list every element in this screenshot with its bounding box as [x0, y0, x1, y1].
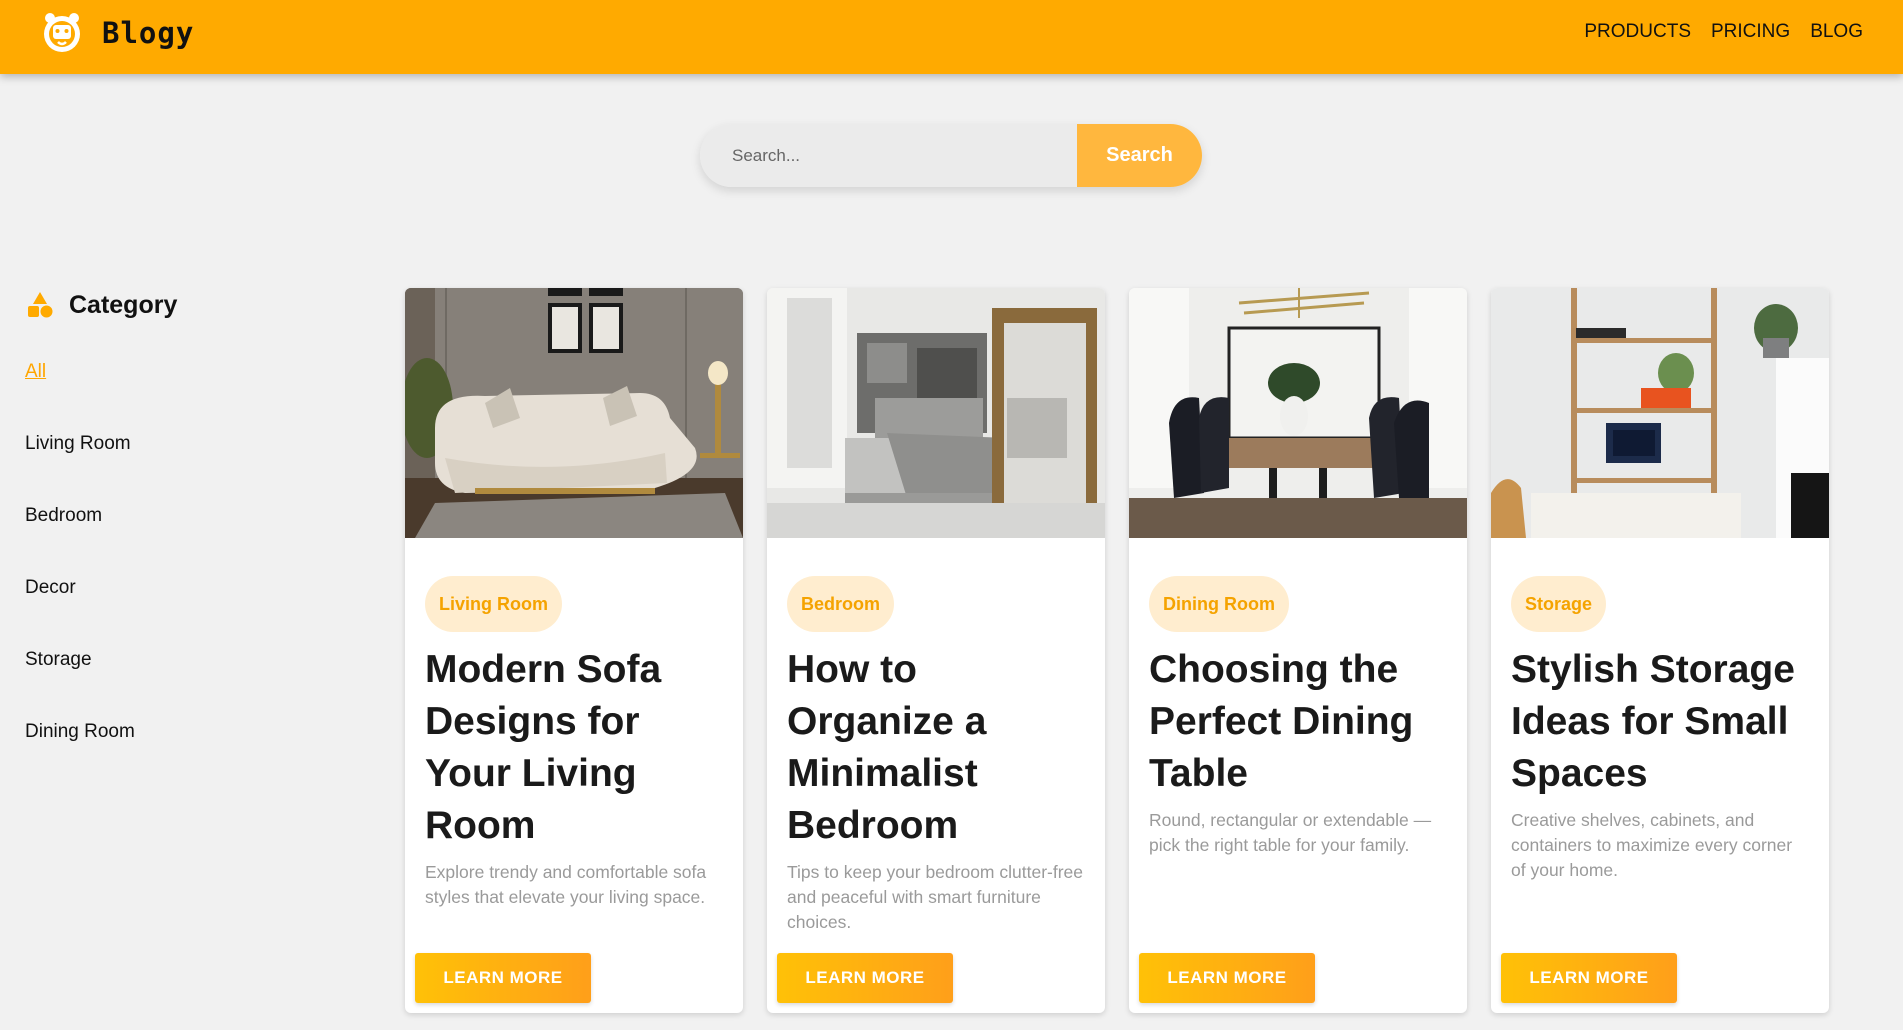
- article-title: Stylish Storage Ideas for Small Spaces: [1511, 648, 1795, 795]
- article-title: Modern Sofa Designs for Your Living Room: [425, 648, 662, 847]
- category-link-decor[interactable]: Decor: [25, 577, 76, 598]
- category-tag: Storage: [1511, 576, 1607, 632]
- category-title: Category: [69, 290, 178, 319]
- category-tag: Bedroom: [787, 576, 895, 632]
- learn-more-button[interactable]: LEARN MORE: [1501, 953, 1677, 1003]
- nav-products[interactable]: PRODUCTS: [1584, 20, 1691, 44]
- category-link-storage[interactable]: Storage: [25, 649, 92, 670]
- article-card: Dining Room Choosing the Perfect Dining …: [1129, 288, 1467, 1013]
- category-link-bedroom[interactable]: Bedroom: [25, 505, 102, 526]
- dining-room-photo: [1129, 288, 1467, 538]
- category-list: All Living Room Bedroom Decor Storage Di…: [25, 360, 355, 792]
- shapes-icon: [28, 292, 53, 318]
- learn-more-button[interactable]: LEARN MORE: [415, 953, 591, 1003]
- article-card: Storage Stylish Storage Ideas for Small …: [1491, 288, 1829, 1013]
- living-room-photo: [405, 288, 743, 538]
- category-item-dining-room: Dining Room: [25, 720, 355, 792]
- learn-more-button[interactable]: LEARN MORE: [777, 953, 953, 1003]
- article-description: Creative shelves, cabinets, and containe…: [1511, 810, 1793, 880]
- article-card: Living Room Modern Sofa Designs for Your…: [405, 288, 743, 1013]
- logo-icon: [44, 13, 80, 52]
- category-header: Category: [25, 290, 355, 320]
- article-title: How to Organize a Minimalist Bedroom: [787, 648, 987, 847]
- search-bar: Search: [700, 124, 1202, 187]
- article-description: Tips to keep your bedroom clutter-free a…: [787, 862, 1084, 932]
- article-card: Bedroom How to Organize a Minimalist Bed…: [767, 288, 1105, 1013]
- category-item-all: All: [25, 360, 355, 432]
- category-sidebar: Category All Living Room Bedroom Decor S…: [25, 290, 355, 792]
- bedroom-photo: [767, 288, 1105, 538]
- top-header: Blogy PRODUCTS PRICING BLOG: [0, 0, 1903, 74]
- brand[interactable]: Blogy: [42, 12, 194, 54]
- brand-name: Blogy: [102, 16, 195, 50]
- storage-photo: [1491, 288, 1829, 538]
- article-description: Round, rectangular or extendable — pick …: [1149, 810, 1432, 855]
- article-title: Choosing the Perfect Dining Table: [1149, 648, 1414, 795]
- category-link-dining-room[interactable]: Dining Room: [25, 721, 135, 742]
- search-input[interactable]: [700, 124, 1077, 187]
- category-link-all[interactable]: All: [25, 361, 46, 382]
- category-item-living-room: Living Room: [25, 432, 355, 504]
- learn-more-button[interactable]: LEARN MORE: [1139, 953, 1315, 1003]
- nav-pricing[interactable]: PRICING: [1711, 20, 1790, 44]
- main-nav: PRODUCTS PRICING BLOG: [1564, 20, 1863, 44]
- category-item-bedroom: Bedroom: [25, 504, 355, 576]
- article-description: Explore trendy and comfortable sofa styl…: [425, 862, 707, 907]
- category-item-storage: Storage: [25, 648, 355, 720]
- search-button[interactable]: Search: [1077, 124, 1202, 187]
- category-tag: Dining Room: [1149, 576, 1289, 632]
- category-tag: Living Room: [425, 576, 562, 632]
- category-link-living-room[interactable]: Living Room: [25, 433, 131, 454]
- category-item-decor: Decor: [25, 576, 355, 648]
- nav-blog[interactable]: BLOG: [1810, 20, 1863, 44]
